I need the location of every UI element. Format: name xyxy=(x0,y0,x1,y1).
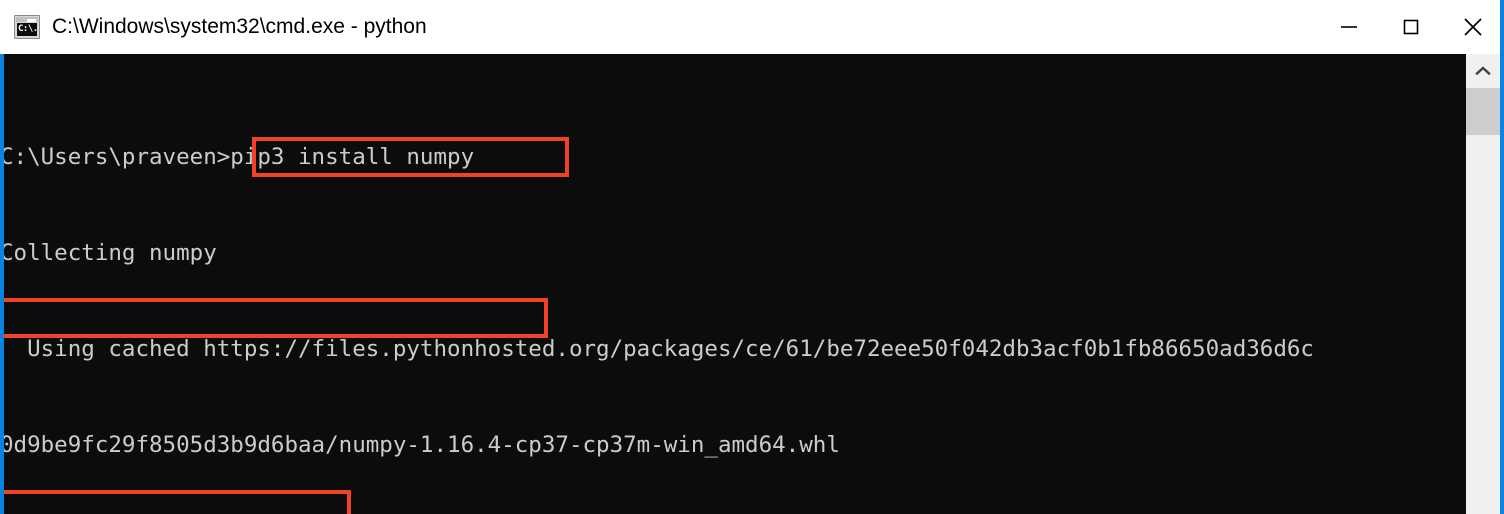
terminal-line: Collecting numpy xyxy=(0,240,217,266)
cmd-icon: C:\. xyxy=(14,15,40,39)
terminal-console[interactable]: C:\Users\praveen>pip3 install numpy Coll… xyxy=(0,54,1466,514)
terminal-line: Using cached https://files.pythonhosted.… xyxy=(0,336,1314,362)
chevron-up-icon xyxy=(1475,66,1491,76)
terminal-line: C:\Users\praveen>pip3 install numpy xyxy=(0,144,475,170)
close-button[interactable] xyxy=(1442,0,1504,54)
cmd-icon-dots xyxy=(27,19,36,22)
vertical-scrollbar[interactable] xyxy=(1466,54,1500,514)
maximize-button[interactable] xyxy=(1380,0,1442,54)
window-border-right xyxy=(1500,0,1504,514)
window-border-left xyxy=(0,54,4,514)
minimize-icon xyxy=(1341,26,1357,28)
terminal-output: C:\Users\praveen>pip3 install numpy Coll… xyxy=(0,77,1466,514)
scrollbar-track[interactable] xyxy=(1466,135,1500,514)
cmd-icon-prompt: C:\. xyxy=(17,23,37,36)
cmd-window: C:\. C:\Windows\system32\cmd.exe - pytho… xyxy=(0,0,1504,514)
cmd-icon-titlebar xyxy=(16,17,38,22)
close-icon xyxy=(1464,18,1482,36)
terminal-line: 0d9be9fc29f8505d3b9d6baa/numpy-1.16.4-cp… xyxy=(0,432,840,458)
minimize-button[interactable] xyxy=(1318,0,1380,54)
title-bar[interactable]: C:\. C:\Windows\system32\cmd.exe - pytho… xyxy=(0,0,1504,54)
window-controls xyxy=(1318,0,1504,54)
window-title: C:\Windows\system32\cmd.exe - python xyxy=(52,15,427,38)
maximize-icon xyxy=(1403,19,1419,35)
scrollbar-thumb[interactable] xyxy=(1466,88,1500,135)
scroll-up-button[interactable] xyxy=(1466,54,1500,88)
